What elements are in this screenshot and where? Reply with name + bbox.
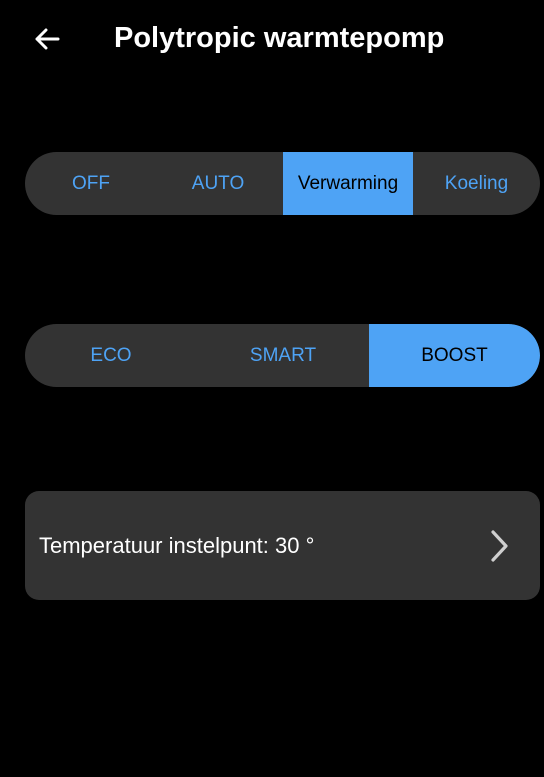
preset-selector: ECO SMART BOOST — [25, 324, 540, 387]
mode-option-auto[interactable]: AUTO — [153, 152, 283, 215]
temperature-setpoint-row[interactable]: Temperatuur instelpunt: 30 ° — [25, 491, 540, 600]
arrow-left-icon — [34, 28, 60, 50]
setpoint-label: Temperatuur instelpunt: 30 ° — [39, 533, 315, 558]
back-button[interactable] — [30, 22, 64, 56]
page-title: Polytropic warmtepomp — [114, 22, 445, 54]
preset-option-eco[interactable]: ECO — [25, 324, 197, 387]
preset-option-boost[interactable]: BOOST — [369, 324, 540, 387]
mode-selector: OFF AUTO Verwarming Koeling — [25, 152, 540, 215]
chevron-right-icon — [490, 529, 510, 563]
mode-option-koeling[interactable]: Koeling — [413, 152, 540, 215]
mode-option-off[interactable]: OFF — [25, 152, 153, 215]
app-header: Polytropic warmtepomp — [0, 0, 544, 80]
mode-option-verwarming[interactable]: Verwarming — [283, 152, 413, 215]
preset-option-smart[interactable]: SMART — [197, 324, 369, 387]
